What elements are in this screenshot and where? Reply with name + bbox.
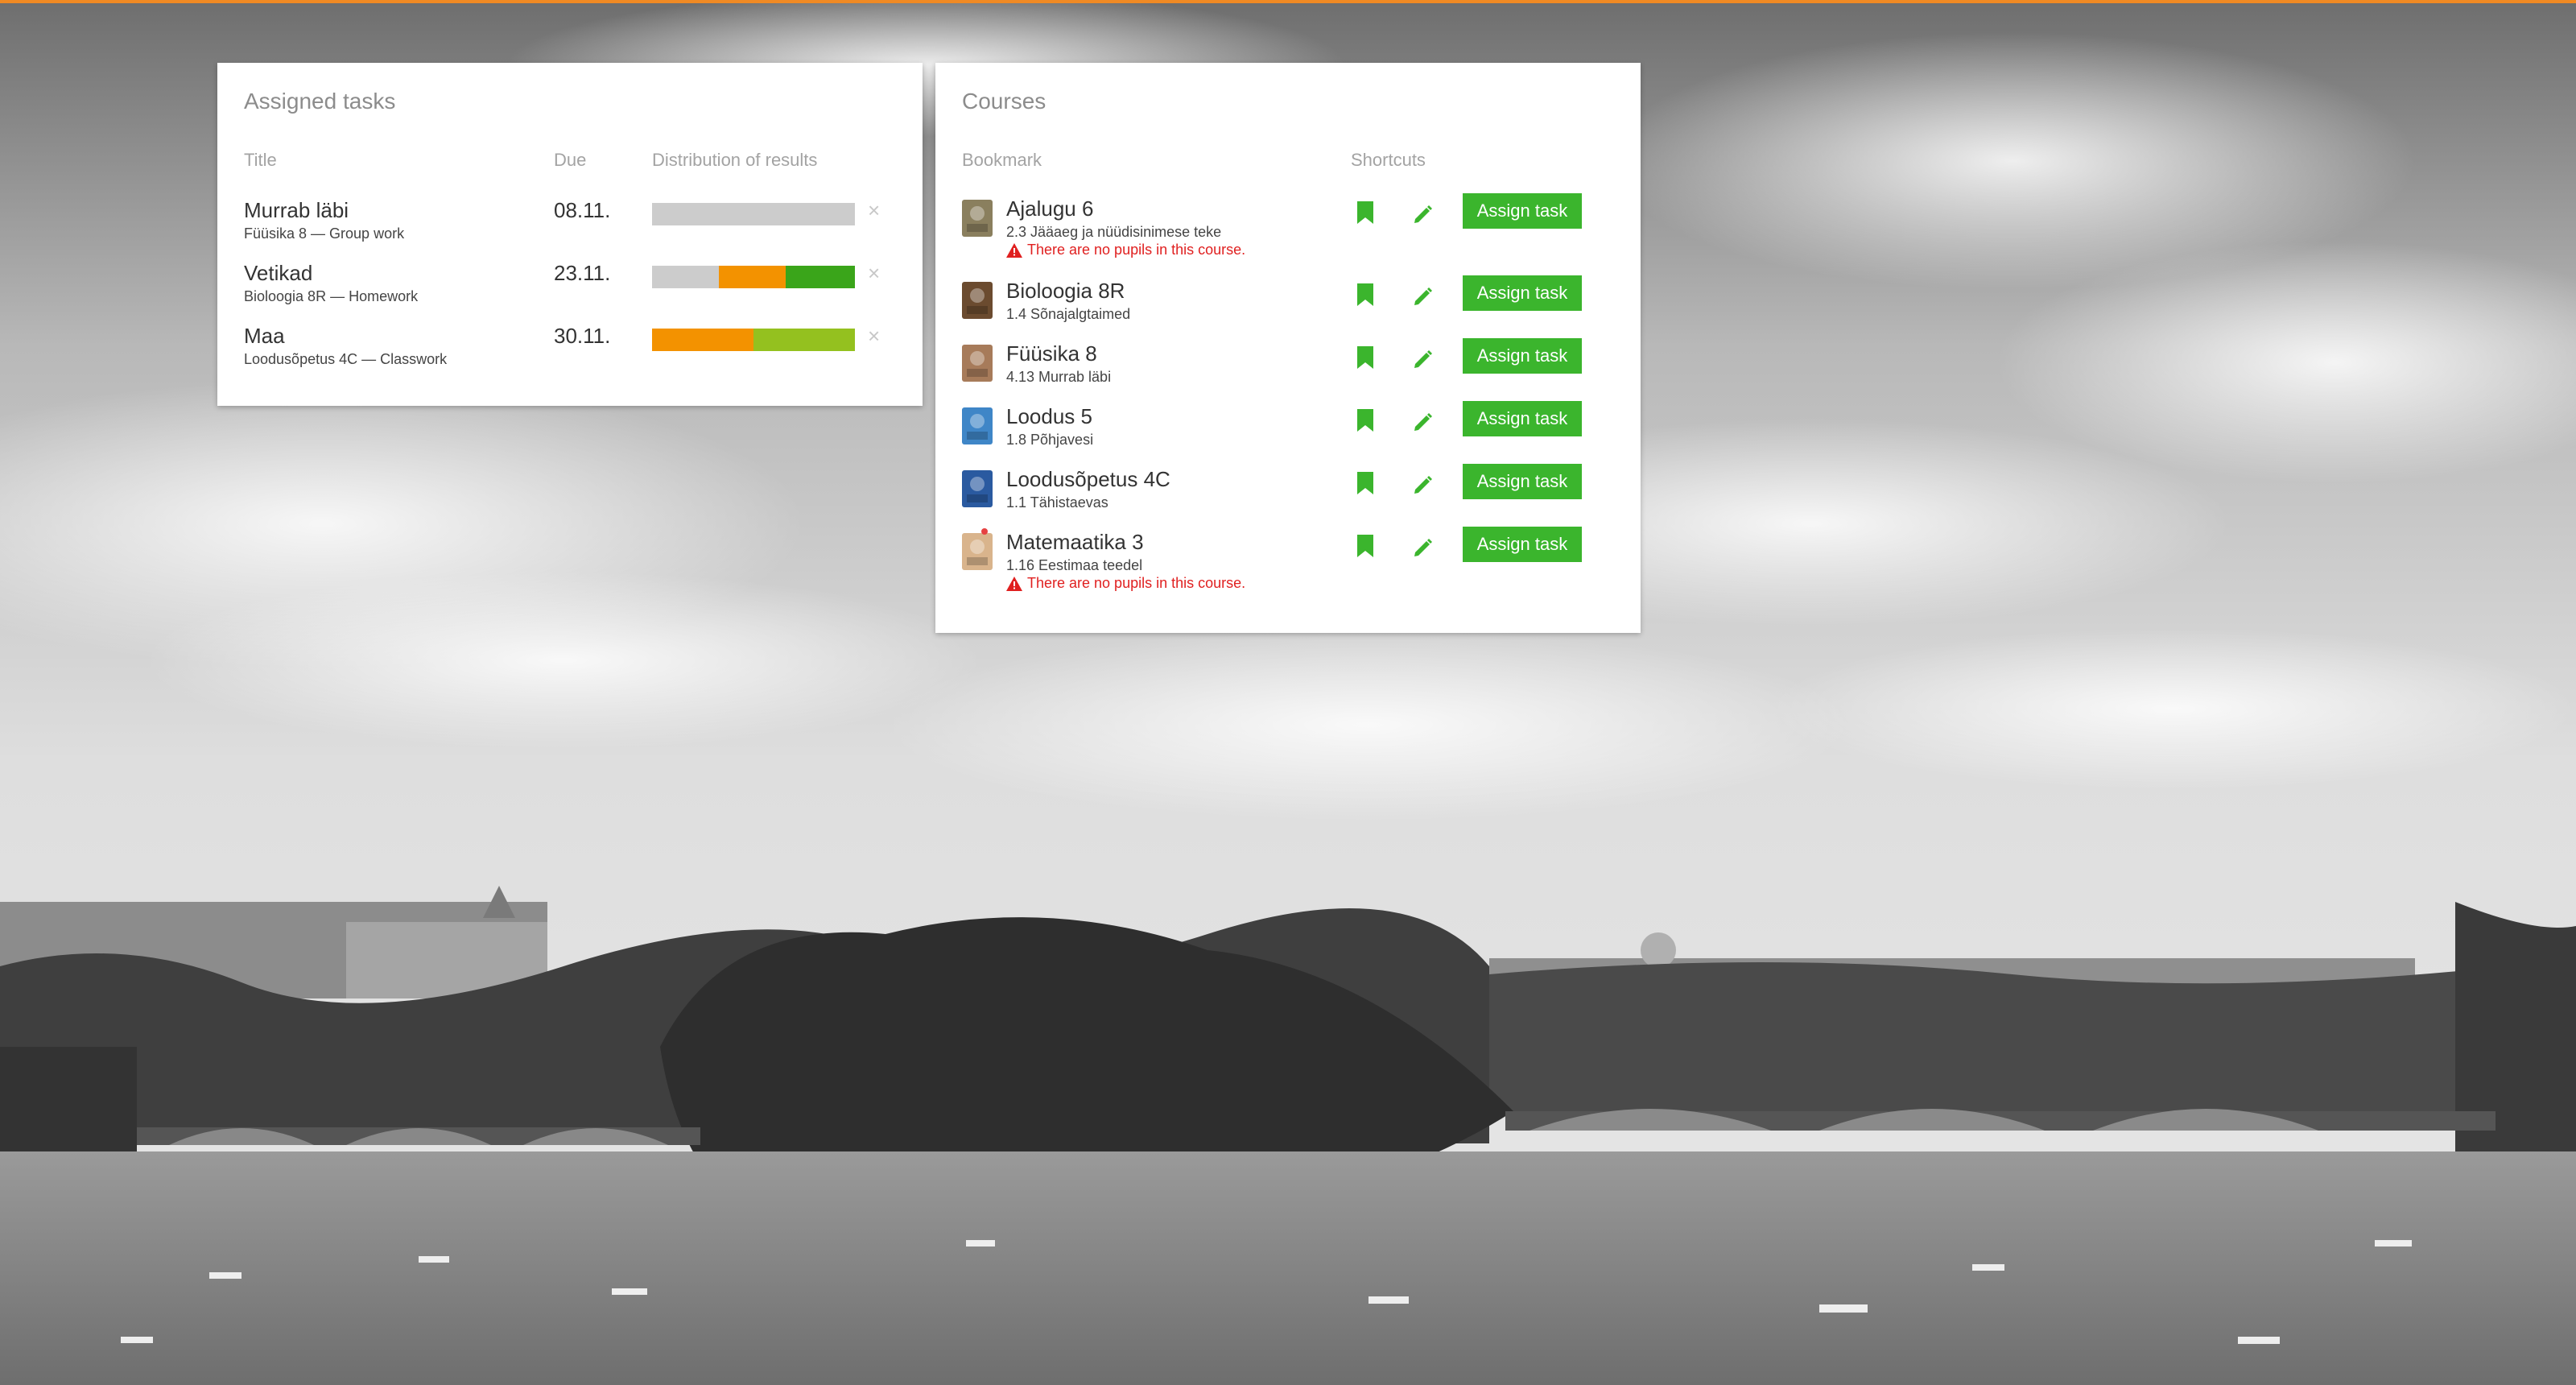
task-subtitle: Füüsika 8 — Group work (244, 225, 405, 242)
courses-card: Courses Bookmark Shortcuts Ajalugu 6 2.3… (935, 63, 1641, 633)
course-name[interactable]: Ajalugu 6 (1006, 196, 1093, 221)
course-row[interactable]: Füüsika 8 4.13 Murrab läbi Assign task (935, 338, 1641, 407)
course-current-lesson[interactable]: 1.1 Tähistaevas (1006, 494, 1108, 511)
results-distribution-bar (652, 266, 855, 288)
course-current-lesson[interactable]: 1.8 Põhjavesi (1006, 432, 1093, 449)
close-icon[interactable]: × (868, 325, 880, 346)
course-current-lesson[interactable]: 4.13 Murrab läbi (1006, 369, 1111, 386)
assigned-tasks-card: Assigned tasks Title Due Distribution of… (217, 63, 923, 406)
no-pupils-warning-text: There are no pupils in this course. (1027, 242, 1246, 258)
task-row[interactable]: Maa Loodusõpetus 4C — Classwork 30.11. × (217, 324, 923, 387)
task-row[interactable]: Murrab läbi Füüsika 8 — Group work 08.11… (217, 198, 923, 261)
course-name[interactable]: Füüsika 8 (1006, 341, 1097, 366)
course-row[interactable]: Loodus 5 1.8 Põhjavesi Assign task (935, 401, 1641, 470)
distribution-segment (719, 266, 786, 288)
no-pupils-warning: There are no pupils in this course. (1006, 575, 1245, 592)
course-current-lesson[interactable]: 2.3 Jääaeg ja nüüdisinimese teke (1006, 224, 1221, 241)
distribution-segment (753, 329, 855, 351)
column-header-due: Due (554, 150, 587, 170)
course-name[interactable]: Bioloogia 8R (1006, 279, 1125, 304)
course-thumbnail (962, 407, 993, 444)
course-current-lesson[interactable]: 1.4 Sõnajalgtaimed (1006, 306, 1130, 323)
course-thumbnail (962, 200, 993, 237)
assign-task-button[interactable]: Assign task (1463, 338, 1582, 374)
pencil-icon[interactable] (1410, 535, 1435, 559)
course-name[interactable]: Loodus 5 (1006, 404, 1092, 429)
bookmark-icon[interactable] (1356, 409, 1375, 433)
course-thumbnail (962, 345, 993, 382)
assign-task-button[interactable]: Assign task (1463, 193, 1582, 229)
course-thumbnail (962, 470, 993, 507)
task-subtitle: Loodusõpetus 4C — Classwork (244, 351, 448, 367)
assign-task-button[interactable]: Assign task (1463, 275, 1582, 311)
column-header-shortcuts: Shortcuts (1351, 150, 1426, 170)
close-icon[interactable]: × (868, 200, 880, 221)
warning-icon (1006, 576, 1022, 591)
results-distribution-bar (652, 203, 855, 225)
courses-title: Courses (962, 89, 1046, 114)
task-due-date: 30.11. (554, 324, 611, 348)
course-row[interactable]: Bioloogia 8R 1.4 Sõnajalgtaimed Assign t… (935, 275, 1641, 345)
task-due-date: 08.11. (554, 198, 611, 222)
course-thumbnail (962, 533, 993, 570)
course-current-lesson[interactable]: 1.16 Eestimaa teedel (1006, 557, 1142, 574)
pencil-icon[interactable] (1410, 472, 1435, 496)
notification-dot (981, 528, 988, 535)
bookmark-icon[interactable] (1356, 472, 1375, 496)
distribution-segment (652, 329, 753, 351)
column-header-title: Title (244, 150, 277, 170)
column-header-distribution: Distribution of results (652, 150, 818, 170)
task-title[interactable]: Vetikad (244, 261, 312, 286)
course-row[interactable]: Ajalugu 6 2.3 Jääaeg ja nüüdisinimese te… (935, 193, 1641, 263)
bookmark-icon[interactable] (1356, 346, 1375, 370)
assign-task-button[interactable]: Assign task (1463, 464, 1582, 499)
task-due-date: 23.11. (554, 261, 611, 285)
column-header-bookmark: Bookmark (962, 150, 1042, 170)
course-name[interactable]: Loodusõpetus 4C (1006, 467, 1170, 492)
distribution-segment (786, 266, 855, 288)
task-title[interactable]: Maa (244, 324, 285, 349)
course-row[interactable]: Loodusõpetus 4C 1.1 Tähistaevas Assign t… (935, 464, 1641, 533)
task-row[interactable]: Vetikad Bioloogia 8R — Homework 23.11. × (217, 261, 923, 324)
bookmark-icon[interactable] (1356, 201, 1375, 225)
top-accent-bar (0, 0, 2576, 3)
course-thumbnail (962, 282, 993, 319)
task-subtitle: Bioloogia 8R — Homework (244, 288, 419, 304)
no-pupils-warning: There are no pupils in this course. (1006, 242, 1245, 258)
pencil-icon[interactable] (1410, 409, 1435, 433)
bookmark-icon[interactable] (1356, 535, 1375, 559)
distribution-segment (652, 266, 720, 288)
bookmark-icon[interactable] (1356, 283, 1375, 308)
pencil-icon[interactable] (1410, 346, 1435, 370)
no-pupils-warning-text: There are no pupils in this course. (1027, 575, 1246, 591)
course-name[interactable]: Matemaatika 3 (1006, 530, 1144, 555)
task-title[interactable]: Murrab läbi (244, 198, 349, 223)
assigned-tasks-title: Assigned tasks (244, 89, 396, 114)
distribution-segment (652, 203, 855, 225)
assign-task-button[interactable]: Assign task (1463, 401, 1582, 436)
assign-task-button[interactable]: Assign task (1463, 527, 1582, 562)
pencil-icon[interactable] (1410, 201, 1435, 225)
close-icon[interactable]: × (868, 263, 880, 283)
warning-icon (1006, 242, 1022, 258)
pencil-icon[interactable] (1410, 283, 1435, 308)
results-distribution-bar (652, 329, 855, 351)
course-row[interactable]: Matemaatika 3 1.16 Eestimaa teedel There… (935, 527, 1641, 596)
